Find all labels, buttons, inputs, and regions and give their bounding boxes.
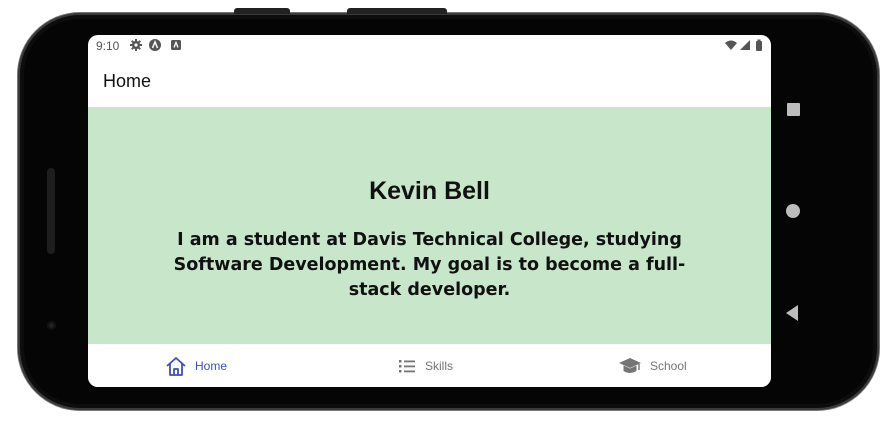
device-screen: 9:10 Home Kevin Bell I am a student at D… — [88, 35, 771, 387]
signal-icon — [740, 40, 750, 50]
speaker-slot — [47, 168, 55, 254]
profile-section: Kevin Bell I am a student at Davis Techn… — [88, 107, 771, 344]
volume-button — [234, 8, 290, 14]
power-button — [347, 8, 447, 14]
bottom-tab-bar: Home Skills School — [88, 344, 771, 387]
home-circle-icon[interactable] — [786, 204, 800, 218]
app-bar: Home — [88, 57, 771, 107]
status-time: 9:10 — [96, 39, 120, 53]
gear-icon — [130, 39, 142, 51]
page-title: Home — [103, 71, 152, 91]
home-icon — [166, 356, 186, 376]
battery-icon — [756, 39, 762, 51]
tab-school[interactable]: School — [618, 344, 687, 387]
profile-name: Kevin Bell — [369, 177, 490, 205]
status-bar: 9:10 — [88, 35, 771, 57]
tab-skills-label: Skills — [425, 358, 454, 373]
front-camera — [47, 321, 56, 330]
tab-school-label: School — [650, 358, 687, 373]
tab-skills[interactable]: Skills — [397, 344, 453, 387]
list-icon — [399, 359, 415, 372]
wifi-icon — [725, 40, 737, 50]
tab-home-label: Home — [195, 358, 228, 373]
back-icon[interactable] — [786, 305, 798, 321]
profile-bio: I am a student at Davis Technical Colleg… — [173, 230, 686, 300]
tab-home[interactable]: Home — [165, 344, 227, 387]
graduation-cap-icon — [619, 357, 641, 373]
recents-icon[interactable] — [787, 103, 800, 116]
app-icon — [171, 40, 181, 50]
a-icon — [149, 39, 161, 51]
